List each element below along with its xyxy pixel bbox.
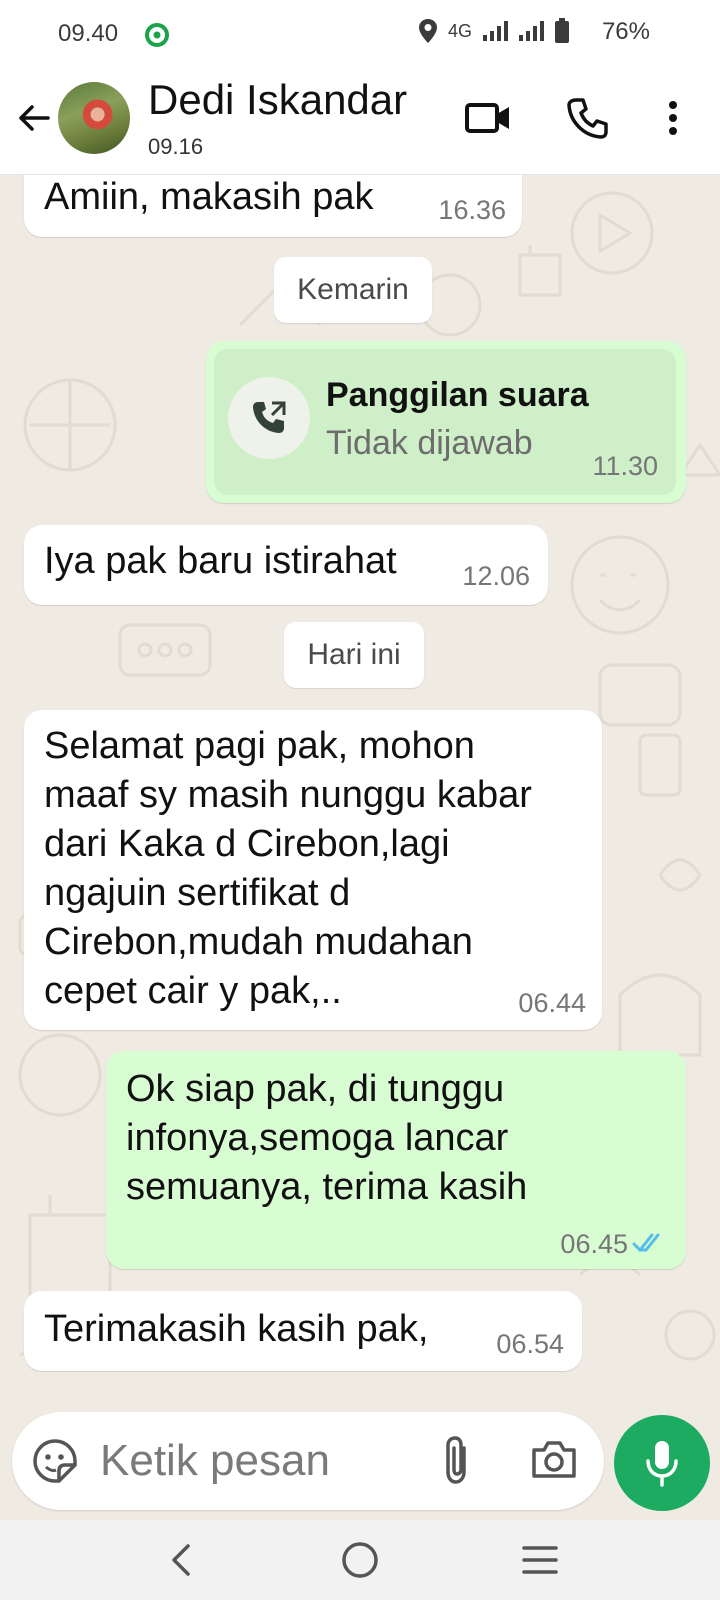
date-separator: Kemarin bbox=[274, 257, 432, 323]
message-time: 06.44 bbox=[518, 988, 586, 1018]
message-text: Selamat pagi pak, mohon maaf sy masih nu… bbox=[44, 725, 532, 1012]
message-time: 16.36 bbox=[438, 195, 506, 225]
back-arrow-icon[interactable] bbox=[14, 98, 54, 138]
system-nav-bar bbox=[0, 1520, 720, 1600]
more-menu-icon[interactable] bbox=[660, 98, 686, 138]
network-type: 4G bbox=[447, 20, 472, 41]
contact-name[interactable]: Dedi Iskandar bbox=[148, 76, 407, 124]
message-time: 11.30 bbox=[592, 451, 658, 481]
sticker-icon[interactable] bbox=[32, 1438, 78, 1484]
status-indicators: 4G bbox=[418, 18, 570, 44]
status-bar: 09.40 4G 76% bbox=[0, 0, 720, 68]
nav-back-icon[interactable] bbox=[164, 1540, 198, 1580]
message-time: 12.06 bbox=[462, 561, 530, 591]
date-separator: Hari ini bbox=[284, 622, 424, 688]
call-title: Panggilan suara bbox=[326, 376, 589, 414]
battery-icon bbox=[555, 18, 569, 43]
nav-home-icon[interactable] bbox=[340, 1540, 380, 1580]
nav-recents-icon[interactable] bbox=[520, 1542, 560, 1578]
attach-icon[interactable] bbox=[440, 1434, 474, 1486]
message-bubble-outgoing[interactable]: Ok siap pak, di tunggu infonya,semoga la… bbox=[106, 1051, 686, 1269]
signal-icon-2 bbox=[519, 21, 544, 41]
call-icon-circle bbox=[228, 377, 310, 459]
message-time: 06.45 bbox=[560, 1229, 628, 1259]
message-input[interactable]: Ketik pesan bbox=[100, 1436, 330, 1486]
message-text: Terimakasih kasih pak, bbox=[44, 1308, 429, 1350]
last-seen: 09.16 bbox=[148, 134, 204, 159]
contact-avatar[interactable] bbox=[58, 82, 130, 154]
camera-icon[interactable] bbox=[530, 1436, 578, 1482]
voice-message-button[interactable] bbox=[614, 1415, 710, 1511]
message-text: Ok siap pak, di tunggu infonya,semoga la… bbox=[126, 1068, 528, 1208]
microphone-icon bbox=[646, 1441, 678, 1487]
call-status: Tidak dijawab bbox=[326, 424, 533, 462]
message-bubble-incoming[interactable]: Terimakasih kasih pak, 06.54 bbox=[24, 1291, 582, 1371]
location-icon bbox=[418, 19, 437, 43]
call-log-bubble[interactable]: Panggilan suara Tidak dijawab 11.30 bbox=[206, 341, 686, 503]
signal-icon bbox=[483, 21, 508, 41]
video-call-icon[interactable] bbox=[464, 98, 512, 138]
battery-percent: 76% bbox=[601, 18, 650, 45]
message-composer[interactable]: Ketik pesan bbox=[12, 1412, 604, 1510]
voice-call-icon[interactable] bbox=[566, 96, 610, 140]
chat-area[interactable]: Amiin, makasih pak 16.36 Kemarin Panggil… bbox=[0, 175, 720, 1397]
missed-call-icon bbox=[253, 401, 286, 433]
status-time: 09.40 bbox=[58, 20, 119, 47]
message-text: Iya pak baru istirahat bbox=[44, 540, 397, 582]
message-bubble-incoming[interactable]: Amiin, makasih pak 16.36 bbox=[24, 175, 522, 237]
message-time: 06.54 bbox=[496, 1329, 564, 1359]
read-receipt-icon bbox=[632, 1233, 660, 1253]
message-bubble-incoming[interactable]: Iya pak baru istirahat 12.06 bbox=[24, 525, 548, 605]
location-sharing-icon bbox=[145, 23, 169, 47]
message-text: Amiin, makasih pak bbox=[44, 176, 374, 218]
chat-header: Dedi Iskandar 09.16 bbox=[0, 68, 720, 175]
message-bubble-incoming[interactable]: Selamat pagi pak, mohon maaf sy masih nu… bbox=[24, 710, 602, 1030]
